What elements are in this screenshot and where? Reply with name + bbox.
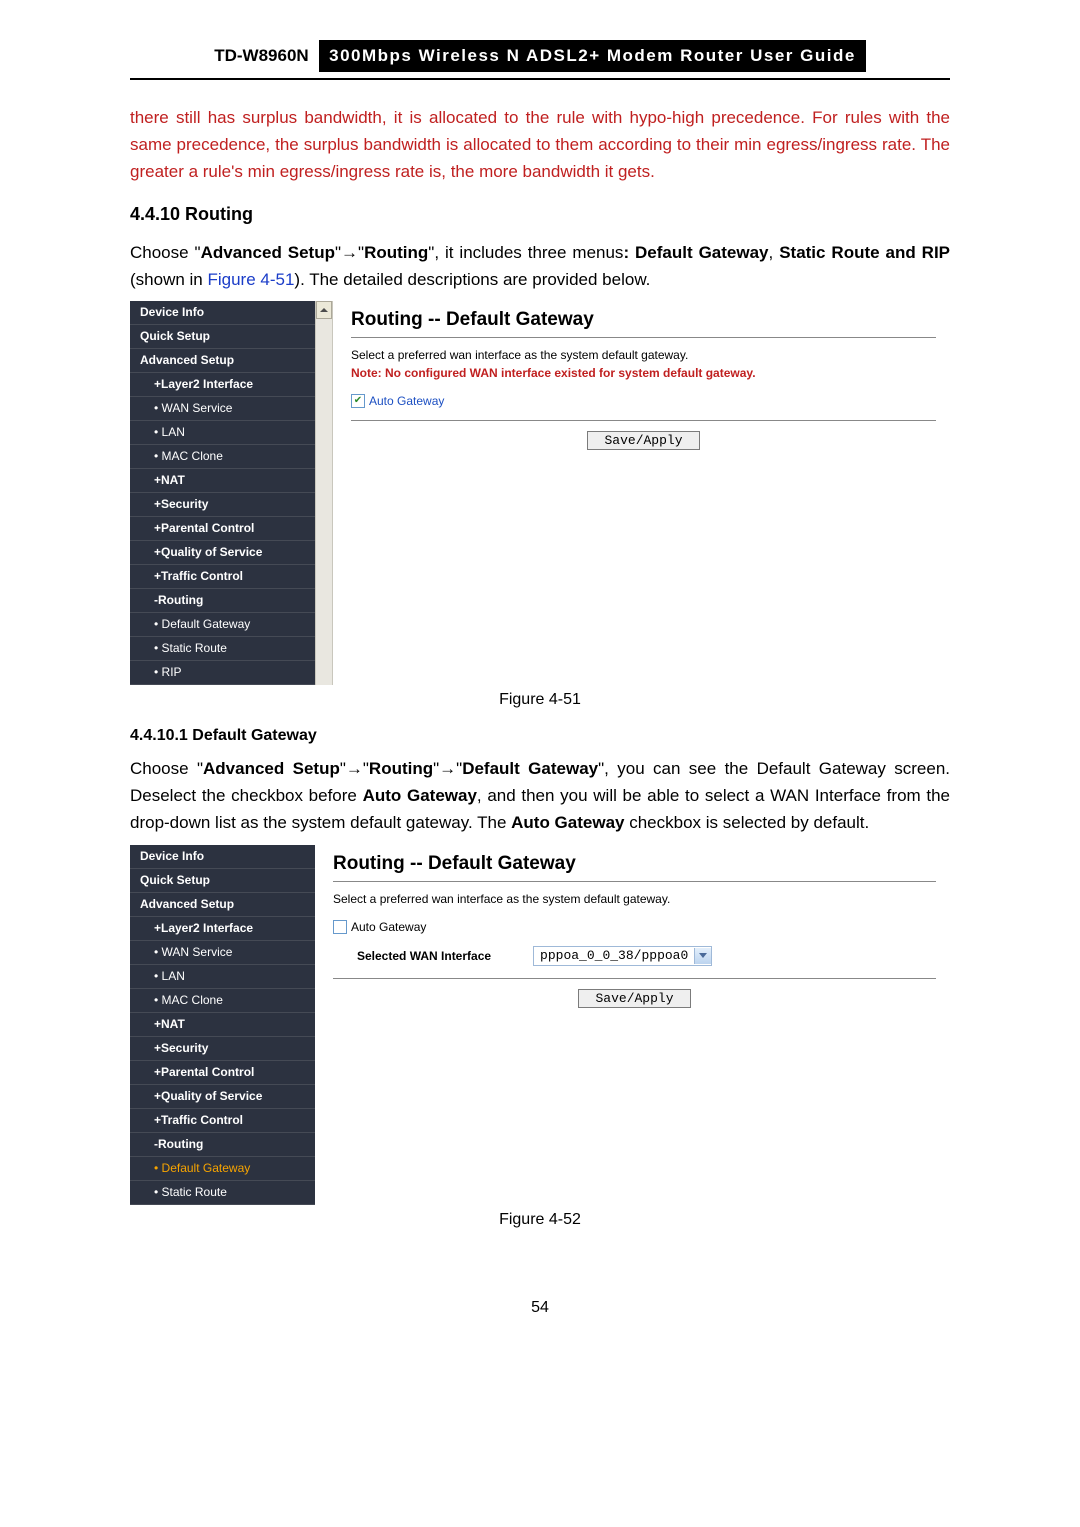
wan-interface-row: Selected WAN Interface pppoa_0_0_38/pppo… xyxy=(357,946,936,966)
select-value: pppoa_0_0_38/pppoa0 xyxy=(540,948,688,963)
sidebar-item[interactable]: • LAN xyxy=(130,965,315,989)
text: , xyxy=(769,243,780,262)
sidebar-item[interactable]: • WAN Service xyxy=(130,397,315,421)
text: checkbox is selected by default. xyxy=(624,813,869,832)
section-routing-heading: 4.4.10 Routing xyxy=(130,204,950,225)
figure-link[interactable]: Figure 4-51 xyxy=(207,270,294,289)
content-pane: Routing -- Default Gateway Select a pref… xyxy=(333,301,950,685)
text: "→" xyxy=(433,759,462,778)
text-bold: Advanced Setup xyxy=(203,759,340,778)
default-gateway-description: Choose "Advanced Setup"→"Routing"→"Defau… xyxy=(130,755,950,837)
scrollbar[interactable] xyxy=(315,301,333,685)
field-label: Selected WAN Interface xyxy=(357,949,491,963)
page-title: Routing -- Default Gateway xyxy=(351,309,936,331)
divider xyxy=(333,978,936,979)
sidebar-item[interactable]: Quick Setup xyxy=(130,325,315,349)
sidebar-item[interactable]: +Layer2 Interface xyxy=(130,917,315,941)
sidebar-item[interactable]: +Security xyxy=(130,493,315,517)
subsection-default-gateway-heading: 4.4.10.1 Default Gateway xyxy=(130,727,950,745)
content-pane: Routing -- Default Gateway Select a pref… xyxy=(315,845,950,1205)
sidebar-item[interactable]: +Layer2 Interface xyxy=(130,373,315,397)
text: Choose " xyxy=(130,759,203,778)
sidebar-item[interactable]: • Static Route xyxy=(130,637,315,661)
chevron-up-icon xyxy=(320,308,328,312)
divider xyxy=(333,881,936,882)
text: ). The detailed descriptions are provide… xyxy=(294,270,650,289)
scroll-up-arrow[interactable] xyxy=(316,301,332,319)
sidebar-item[interactable]: Advanced Setup xyxy=(130,893,315,917)
sidebar-item[interactable]: Device Info xyxy=(130,845,315,869)
text: Choose " xyxy=(130,243,201,262)
text: (shown in xyxy=(130,270,207,289)
sidebar-item[interactable]: +Traffic Control xyxy=(130,565,315,589)
sidebar-item[interactable]: Advanced Setup xyxy=(130,349,315,373)
checkbox-label: Auto Gateway xyxy=(351,920,426,934)
guide-title: 300Mbps Wireless N ADSL2+ Modem Router U… xyxy=(319,40,866,72)
sidebar-item[interactable]: +NAT xyxy=(130,1013,315,1037)
wan-interface-select[interactable]: pppoa_0_0_38/pppoa0 xyxy=(533,946,712,966)
page-title: Routing -- Default Gateway xyxy=(333,853,936,875)
sidebar-item[interactable]: • Static Route xyxy=(130,1181,315,1205)
figure-caption: Figure 4-52 xyxy=(130,1211,950,1229)
checkbox-unchecked-icon[interactable] xyxy=(333,920,347,934)
auto-gateway-checkbox-row[interactable]: ✔ Auto Gateway xyxy=(351,394,936,408)
sidebar-item[interactable]: +Parental Control xyxy=(130,1061,315,1085)
text-bold: Routing xyxy=(369,759,433,778)
sidebar-nav[interactable]: Device InfoQuick SetupAdvanced Setup+Lay… xyxy=(130,301,315,685)
sidebar-item[interactable]: +Quality of Service xyxy=(130,1085,315,1109)
sidebar-item[interactable]: • LAN xyxy=(130,421,315,445)
sidebar-item[interactable]: • WAN Service xyxy=(130,941,315,965)
text-bold: Static Route and RIP xyxy=(779,243,950,262)
routing-description: Choose "Advanced Setup"→"Routing", it in… xyxy=(130,239,950,293)
sidebar-item[interactable]: +Quality of Service xyxy=(130,541,315,565)
sidebar-item[interactable]: +Parental Control xyxy=(130,517,315,541)
figure-caption: Figure 4-51 xyxy=(130,691,950,709)
text-bold: Default Gateway xyxy=(462,759,598,778)
figure-4-52: Device InfoQuick SetupAdvanced Setup+Lay… xyxy=(130,845,950,1205)
sidebar-item[interactable]: -Routing xyxy=(130,589,315,613)
sidebar-item[interactable]: • RIP xyxy=(130,661,315,685)
intro-paragraph-red: there still has surplus bandwidth, it is… xyxy=(130,104,950,186)
save-apply-button[interactable]: Save/Apply xyxy=(578,989,690,1008)
divider xyxy=(351,337,936,338)
checkbox-label: Auto Gateway xyxy=(369,394,444,408)
sidebar-item[interactable]: +NAT xyxy=(130,469,315,493)
sidebar-nav[interactable]: Device InfoQuick SetupAdvanced Setup+Lay… xyxy=(130,845,315,1205)
chevron-down-icon xyxy=(699,953,707,958)
instruction-text: Select a preferred wan interface as the … xyxy=(333,892,936,906)
model-number: TD-W8960N xyxy=(214,46,308,66)
note-text: Note: No configured WAN interface existe… xyxy=(351,366,936,380)
sidebar-item[interactable]: • MAC Clone xyxy=(130,445,315,469)
page-number: 54 xyxy=(130,1299,950,1317)
page-header: TD-W8960N 300Mbps Wireless N ADSL2+ Mode… xyxy=(130,40,950,72)
sidebar-item[interactable]: +Security xyxy=(130,1037,315,1061)
text-bold: : Default Gateway xyxy=(623,243,768,262)
text: "→" xyxy=(340,759,369,778)
text: "→" xyxy=(335,243,364,262)
sidebar-item[interactable]: • Default Gateway xyxy=(130,1157,315,1181)
figure-4-51: Device InfoQuick SetupAdvanced Setup+Lay… xyxy=(130,301,950,685)
sidebar-item[interactable]: Quick Setup xyxy=(130,869,315,893)
checkbox-checked-icon[interactable]: ✔ xyxy=(351,394,365,408)
sidebar-item[interactable]: +Traffic Control xyxy=(130,1109,315,1133)
text-bold: Advanced Setup xyxy=(201,243,335,262)
dropdown-button[interactable] xyxy=(694,948,711,964)
divider xyxy=(351,420,936,421)
sidebar-item[interactable]: • MAC Clone xyxy=(130,989,315,1013)
header-rule xyxy=(130,78,950,80)
save-apply-button[interactable]: Save/Apply xyxy=(587,431,699,450)
text-bold: Auto Gateway xyxy=(511,813,624,832)
auto-gateway-checkbox-row[interactable]: Auto Gateway xyxy=(333,920,936,934)
text: ", it includes three menus xyxy=(428,243,623,262)
instruction-text: Select a preferred wan interface as the … xyxy=(351,348,936,362)
text-bold: Auto Gateway xyxy=(363,786,477,805)
sidebar-item[interactable]: • Default Gateway xyxy=(130,613,315,637)
text-bold: Routing xyxy=(364,243,428,262)
sidebar-item[interactable]: Device Info xyxy=(130,301,315,325)
sidebar-item[interactable]: -Routing xyxy=(130,1133,315,1157)
